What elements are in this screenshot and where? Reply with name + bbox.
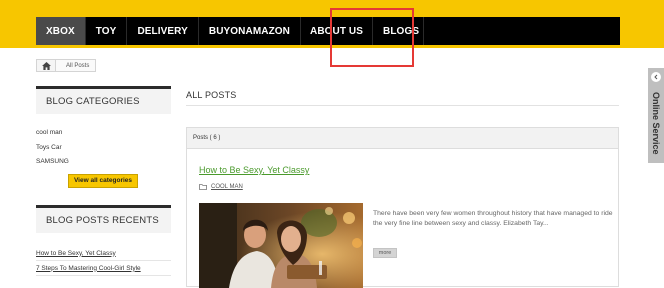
post-category-link[interactable]: COOL MAN — [211, 184, 243, 190]
category-link[interactable]: cool man — [36, 126, 171, 141]
online-service-label: Online Service — [651, 91, 661, 155]
category-list: cool man Toys Car SAMSUNG — [36, 126, 171, 170]
posts-count: Posts ( 6 ) — [187, 128, 618, 149]
sidebar: BLOG CATEGORIES cool man Toys Car SAMSUN… — [36, 86, 171, 276]
breadcrumb-current: All Posts — [56, 59, 97, 72]
post-excerpt: There have been very few women throughou… — [373, 210, 613, 227]
nav-item-toy[interactable]: TOY — [86, 17, 128, 45]
highlight-box — [330, 8, 414, 67]
category-link[interactable]: SAMSUNG — [36, 155, 171, 170]
view-all-categories-button[interactable]: View all categories — [68, 173, 138, 188]
recent-post-link[interactable]: 7 Steps To Mastering Cool-Girl Style — [36, 261, 171, 276]
recent-posts-heading: BLOG POSTS RECENTS — [36, 204, 171, 233]
main-nav: XBOX TOY DELIVERY BUYONAMAZON ABOUT US B… — [36, 17, 620, 45]
more-button[interactable]: more — [373, 248, 397, 258]
main-content: ALL POSTS Posts ( 6 ) How to Be Sexy, Ye… — [186, 90, 619, 288]
folder-icon — [199, 184, 207, 190]
post-category: COOL MAN — [199, 184, 243, 190]
nav-item-delivery[interactable]: DELIVERY — [127, 17, 199, 45]
online-service-tab[interactable]: Online Service — [648, 68, 664, 163]
nav-item-xbox[interactable]: XBOX — [36, 17, 86, 45]
blog-categories-heading: BLOG CATEGORIES — [36, 86, 171, 114]
category-link[interactable]: Toys Car — [36, 141, 171, 156]
recent-posts-list: How to Be Sexy, Yet Classy 7 Steps To Ma… — [36, 246, 171, 276]
post-thumbnail[interactable] — [199, 203, 363, 288]
chevron-icon — [651, 72, 661, 82]
posts-panel: Posts ( 6 ) How to Be Sexy, Yet Classy C… — [186, 127, 619, 288]
nav-item-buyonamazon[interactable]: BUYONAMAZON — [199, 17, 301, 45]
recent-post-link[interactable]: How to Be Sexy, Yet Classy — [36, 246, 171, 261]
post-title-link[interactable]: How to Be Sexy, Yet Classy — [199, 165, 309, 175]
breadcrumb: All Posts — [36, 59, 97, 72]
home-icon[interactable] — [36, 59, 56, 72]
page-title: ALL POSTS — [186, 90, 619, 106]
